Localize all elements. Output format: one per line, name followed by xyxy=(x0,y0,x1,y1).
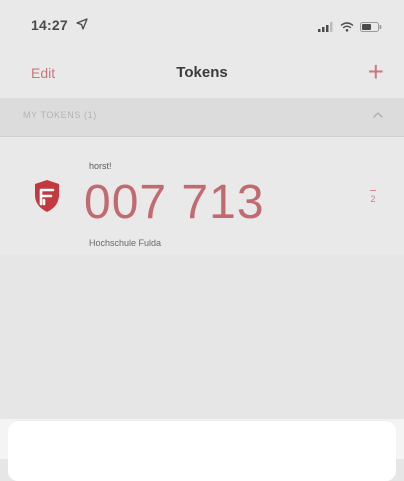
chevron-up-icon[interactable] xyxy=(372,109,384,121)
wifi-icon xyxy=(340,22,354,32)
add-token-button[interactable]: + xyxy=(368,58,384,86)
page-title: Tokens xyxy=(176,64,228,81)
token-timer: 2 xyxy=(370,190,376,204)
navigation-bar: Edit Tokens + xyxy=(0,56,404,98)
bottom-sheet[interactable] xyxy=(8,421,396,481)
token-name: horst! xyxy=(89,161,112,171)
cellular-signal-icon xyxy=(318,22,333,32)
status-bar: 14:27 xyxy=(0,0,404,56)
location-arrow-icon xyxy=(76,18,88,30)
section-title: MY TOKENS (1) xyxy=(23,110,97,120)
status-icons xyxy=(318,22,382,32)
token-row[interactable]: horst! 007 713 Hochschule Fulda 2 xyxy=(0,137,404,255)
shield-logo-icon xyxy=(35,180,59,212)
section-header-my-tokens[interactable]: MY TOKENS (1) xyxy=(0,98,404,136)
token-code[interactable]: 007 713 xyxy=(84,175,265,231)
battery-icon xyxy=(360,22,382,32)
timer-value: 2 xyxy=(370,194,376,204)
app-screen: 14:27 Edit Tokens + MY TOKENS (1) horst!… xyxy=(0,0,404,481)
timer-bar xyxy=(370,190,376,191)
empty-content-area xyxy=(0,255,404,419)
token-issuer: Hochschule Fulda xyxy=(89,238,162,248)
status-time: 14:27 xyxy=(31,17,68,33)
